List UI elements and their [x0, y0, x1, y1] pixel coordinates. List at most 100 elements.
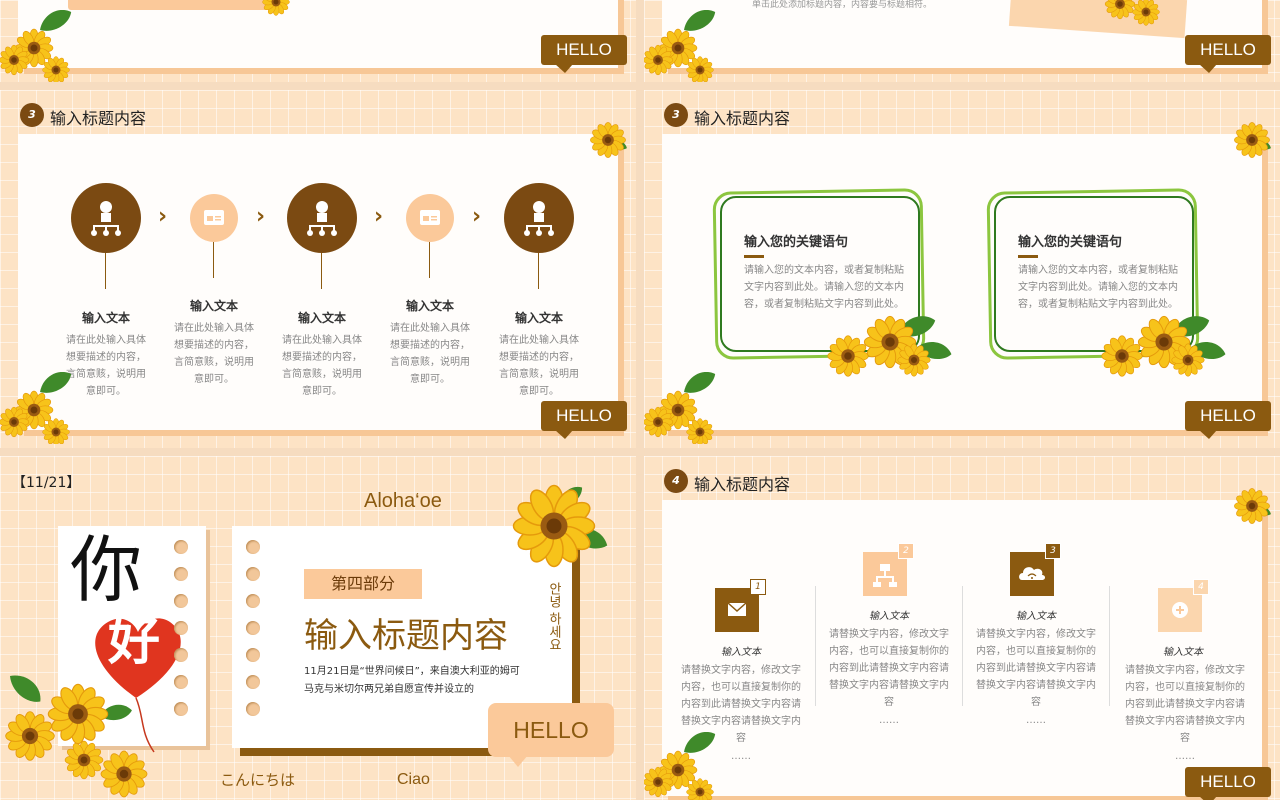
connector-line — [321, 253, 322, 289]
item-body: 请替换文字内容，修改文字内容，也可以直接复制你的内容到此请替换文字内容请替换文字… — [1125, 665, 1245, 744]
step-label: 输入文本 — [405, 299, 454, 313]
heading-underline — [1018, 255, 1038, 258]
item-label: 输入文本 — [869, 611, 909, 622]
step-2-icon — [190, 194, 238, 242]
slide-title: 输入标题内容 — [694, 109, 791, 128]
connector-line — [538, 253, 539, 289]
key-box-body: 请输入您的文本内容，或者复制粘贴文字内容到此处。请输入您的文本内容，或者复制粘贴… — [1018, 265, 1178, 310]
sunflower-decoration — [0, 10, 75, 82]
id-card-icon — [420, 210, 440, 225]
step-3: 输入文本 请在此处输入具体想要描述的内容，言简意赅，说明用意即可。 — [278, 309, 366, 400]
step-label: 输入文本 — [189, 299, 238, 313]
item-badge: 1 — [750, 579, 766, 595]
chevron-right-icon: › — [158, 204, 168, 229]
slide-title: 输入标题内容 — [50, 109, 147, 128]
hello-tag: HELLO — [1185, 35, 1271, 73]
sunflower-decoration — [1234, 122, 1273, 158]
slide-top-right[interactable]: 单击此处添加标题内容，内容要与标题相符。 HELLO — [644, 0, 1280, 82]
slide-section-cover[interactable]: 【11/21】 Aloha‘oe 你 好 第四部分 输入标题内容 안녕 하세요 … — [0, 456, 636, 800]
key-box-heading: 输入您的关键语句 — [744, 235, 849, 250]
korean-greeting: 안녕 하세요 — [546, 582, 561, 652]
item-badge: 4 — [1193, 579, 1209, 595]
column-divider — [962, 586, 963, 706]
konnichiwa-text: こんにちは — [220, 771, 296, 789]
connector-line — [105, 253, 106, 289]
org-chart-icon — [91, 201, 121, 236]
sunflower-decoration — [827, 312, 954, 377]
item-body: 请替换文字内容，修改文字内容，也可以直接复制你的内容到此请替换文字内容请替换文字… — [829, 629, 949, 708]
hello-bubble-text: HELLO — [513, 717, 589, 743]
section-number-badge: 4 — [664, 469, 688, 493]
section-number-badge: 3 — [664, 103, 688, 127]
sunflower-decoration — [1104, 0, 1160, 26]
description-line-1: 11月21日是“世界问候日”，来自澳大利亚的姆可 — [304, 666, 520, 677]
step-4: 输入文本 请在此处输入具体想要描述的内容，言简意赅，说明用意即可。 — [386, 297, 474, 388]
chevron-right-icon: › — [374, 204, 384, 229]
item-badge: 2 — [898, 543, 914, 559]
hello-tag: HELLO — [541, 35, 627, 73]
item-label: 输入文本 — [1016, 611, 1056, 622]
step-4-icon — [406, 194, 454, 242]
sunflower-decoration — [644, 10, 719, 82]
step-label: 输入文本 — [297, 311, 346, 325]
sunflower-decoration — [644, 732, 719, 800]
description-line-2: 马克与米切尔两兄弟自愿宣传并设立的 — [304, 684, 474, 695]
greeting-ni: 你 — [70, 528, 143, 612]
sunflower-decoration — [590, 122, 629, 158]
sunflower-decoration — [262, 0, 290, 16]
item-more: …… — [879, 715, 899, 726]
aloha-text: Aloha‘oe — [364, 490, 442, 512]
slide-title: 输入标题内容 — [694, 475, 791, 494]
org-chart-icon — [307, 201, 337, 236]
heading-underline — [744, 255, 764, 258]
step-body: 请在此处输入具体想要描述的内容，言简意赅，说明用意即可。 — [282, 335, 362, 397]
step-body: 请在此处输入具体想要描述的内容，言简意赅，说明用意即可。 — [174, 323, 254, 385]
slide-top-left[interactable]: HELLO — [0, 0, 636, 82]
sunflower-decoration — [1234, 488, 1273, 524]
hello-tag: HELLO — [1185, 767, 1271, 800]
slide-key-sentences[interactable]: 3 输入标题内容 输入您的关键语句 请输入您的文本内容，或者复制粘贴文字内容到此… — [644, 90, 1280, 448]
sunflower-decoration — [1101, 312, 1228, 377]
step-3-icon — [287, 183, 357, 253]
column-divider — [1109, 586, 1110, 706]
item-more: …… — [1175, 751, 1195, 762]
slide-subtitle: 单击此处添加标题内容，内容要与标题相符。 — [752, 0, 933, 10]
connector-line — [213, 242, 214, 278]
slide-four-items[interactable]: 4 输入标题内容 1 输入文本 请替换文字内容，修改文字内容，也可以直接复制你的… — [644, 456, 1280, 800]
step-body: 请在此处输入具体想要描述的内容，言简意赅，说明用意即可。 — [499, 335, 579, 397]
sunflower-decoration — [512, 481, 611, 568]
item-body: 请替换文字内容，修改文字内容，也可以直接复制你的内容到此请替换文字内容请替换文字… — [976, 629, 1096, 708]
ciao-text: Ciao — [397, 771, 430, 788]
sunflower-decoration — [644, 372, 719, 444]
item-label: 输入文本 — [1163, 647, 1203, 658]
step-label: 输入文本 — [81, 311, 130, 325]
item-badge: 3 — [1045, 543, 1061, 559]
slide-counter: 【11/21】 — [12, 475, 81, 491]
step-5: 输入文本 请在此处输入具体想要描述的内容，言简意赅，说明用意即可。 — [495, 309, 583, 400]
sunflower-decoration — [0, 372, 75, 444]
hello-speech-bubble: HELLO — [488, 703, 614, 757]
hello-tag: HELLO — [1185, 401, 1271, 439]
org-chart-icon — [524, 201, 554, 236]
chevron-right-icon: › — [256, 204, 266, 229]
item-label: 输入文本 — [721, 647, 761, 658]
bubble-tail — [508, 755, 528, 767]
step-1-icon — [71, 183, 141, 253]
section-title: 输入标题内容 — [304, 616, 508, 656]
slide-process[interactable]: 3 输入标题内容 › › › › 输入文本 请在此处输入具体想要描述的内容，言简… — [0, 90, 636, 448]
chevron-right-icon: › — [472, 204, 482, 229]
section-number-badge: 3 — [20, 103, 44, 127]
id-card-icon — [204, 210, 224, 225]
step-5-icon — [504, 183, 574, 253]
step-label: 输入文本 — [514, 311, 563, 325]
part-label: 第四部分 — [304, 569, 422, 599]
item-more: …… — [1026, 715, 1046, 726]
key-box-body: 请输入您的文本内容，或者复制粘贴文字内容到此处。请输入您的文本内容，或者复制粘贴… — [744, 265, 904, 310]
connector-line — [429, 242, 430, 278]
sunflower-decoration — [4, 668, 148, 798]
step-2: 输入文本 请在此处输入具体想要描述的内容，言简意赅，说明用意即可。 — [170, 297, 258, 388]
binder-holes — [174, 540, 190, 720]
binder-holes — [246, 540, 262, 740]
step-body: 请在此处输入具体想要描述的内容，言简意赅，说明用意即可。 — [390, 323, 470, 385]
key-box-heading: 输入您的关键语句 — [1018, 235, 1123, 250]
